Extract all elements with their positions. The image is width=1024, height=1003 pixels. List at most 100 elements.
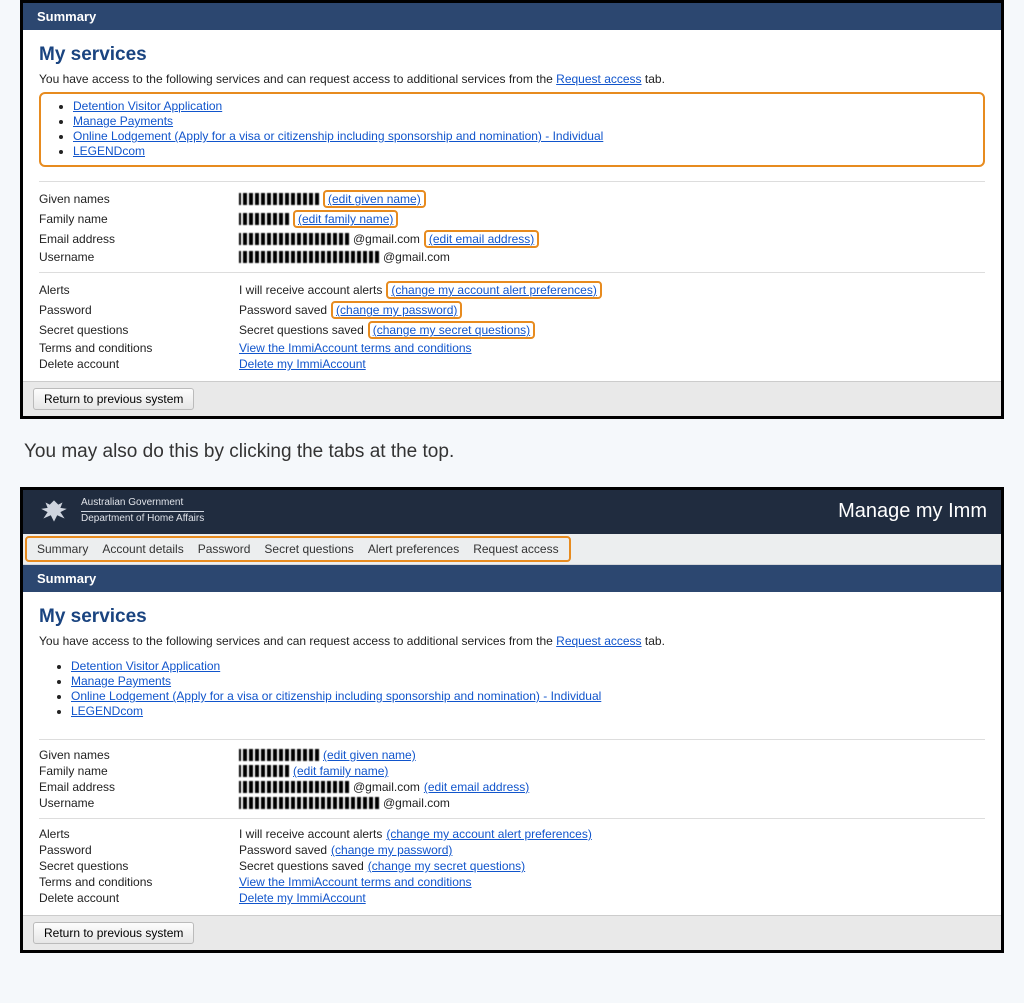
services-list-2: Detention Visitor Application Manage Pay… bbox=[45, 659, 979, 718]
email-label: Email address bbox=[39, 232, 239, 246]
password-link[interactable]: (change my password) bbox=[336, 303, 457, 317]
given-names-redacted bbox=[239, 193, 319, 205]
gov-line2: Department of Home Affairs bbox=[81, 511, 204, 525]
tab-alert-preferences[interactable]: Alert preferences bbox=[368, 542, 459, 556]
service-link-online-lodgement-2[interactable]: Online Lodgement (Apply for a visa or ci… bbox=[71, 689, 601, 703]
family-name-label-2: Family name bbox=[39, 764, 239, 778]
tabs-row: Summary Account details Password Secret … bbox=[23, 534, 1001, 565]
service-link-legendcom[interactable]: LEGENDcom bbox=[73, 144, 145, 158]
family-name-redacted bbox=[239, 213, 289, 225]
alerts-highlight: (change my account alert preferences) bbox=[386, 281, 601, 299]
username-label: Username bbox=[39, 250, 239, 264]
button-bar: Return to previous system bbox=[23, 381, 1001, 416]
caption-text: You may also do this by clicking the tab… bbox=[24, 441, 1000, 463]
delete-label: Delete account bbox=[39, 357, 239, 371]
service-link-payments-2[interactable]: Manage Payments bbox=[71, 674, 171, 688]
intro-line: You have access to the following service… bbox=[39, 72, 985, 86]
screenshot-1: Summary My services You have access to t… bbox=[20, 0, 1004, 419]
alerts-link[interactable]: (change my account alert preferences) bbox=[391, 283, 596, 297]
email-suffix: @gmail.com bbox=[353, 232, 420, 246]
service-link-payments[interactable]: Manage Payments bbox=[73, 114, 173, 128]
secret-label: Secret questions bbox=[39, 323, 239, 337]
given-names-redacted-2 bbox=[239, 749, 319, 761]
email-redacted bbox=[239, 233, 349, 245]
alerts-text: I will receive account alerts bbox=[239, 283, 382, 297]
password-label: Password bbox=[39, 303, 239, 317]
my-services-heading-2: My services bbox=[39, 606, 985, 628]
tab-password[interactable]: Password bbox=[198, 542, 251, 556]
intro-suffix: tab. bbox=[642, 72, 665, 86]
given-names-label: Given names bbox=[39, 192, 239, 206]
my-services-heading: My services bbox=[39, 44, 985, 66]
email-redacted-2 bbox=[239, 781, 349, 793]
services-highlight-box: Detention Visitor Application Manage Pay… bbox=[39, 92, 985, 167]
terms-link[interactable]: View the ImmiAccount terms and condition… bbox=[239, 341, 472, 355]
tab-summary[interactable]: Summary bbox=[37, 542, 88, 556]
username-suffix: @gmail.com bbox=[383, 250, 450, 264]
edit-email-highlight: (edit email address) bbox=[424, 230, 539, 248]
intro-prefix: You have access to the following service… bbox=[39, 72, 556, 86]
secret-text-2: Secret questions saved bbox=[239, 859, 364, 873]
edit-given-name-link[interactable]: (edit given name) bbox=[328, 192, 421, 206]
edit-given-name-link-2[interactable]: (edit given name) bbox=[323, 748, 416, 762]
edit-family-name-link[interactable]: (edit family name) bbox=[298, 212, 393, 226]
terms-label: Terms and conditions bbox=[39, 341, 239, 355]
password-link-2[interactable]: (change my password) bbox=[331, 843, 452, 857]
request-access-link-2[interactable]: Request access bbox=[556, 634, 641, 648]
username-suffix-2: @gmail.com bbox=[383, 796, 450, 810]
delete-link[interactable]: Delete my ImmiAccount bbox=[239, 357, 366, 371]
secret-text: Secret questions saved bbox=[239, 323, 364, 337]
intro-suffix-2: tab. bbox=[642, 634, 665, 648]
username-redacted-2 bbox=[239, 797, 379, 809]
return-button[interactable]: Return to previous system bbox=[33, 388, 194, 410]
alerts-link-2[interactable]: (change my account alert preferences) bbox=[386, 827, 591, 841]
button-bar-2: Return to previous system bbox=[23, 915, 1001, 950]
username-label-2: Username bbox=[39, 796, 239, 810]
service-link-legendcom-2[interactable]: LEGENDcom bbox=[71, 704, 143, 718]
email-label-2: Email address bbox=[39, 780, 239, 794]
summary-header-2: Summary bbox=[23, 565, 1001, 592]
edit-given-name-highlight: (edit given name) bbox=[323, 190, 426, 208]
password-highlight: (change my password) bbox=[331, 301, 462, 319]
edit-family-name-highlight: (edit family name) bbox=[293, 210, 398, 228]
delete-link-2[interactable]: Delete my ImmiAccount bbox=[239, 891, 366, 905]
secret-link[interactable]: (change my secret questions) bbox=[373, 323, 530, 337]
password-label-2: Password bbox=[39, 843, 239, 857]
secret-highlight: (change my secret questions) bbox=[368, 321, 535, 339]
intro-line-2: You have access to the following service… bbox=[39, 634, 985, 648]
given-names-label-2: Given names bbox=[39, 748, 239, 762]
tab-account-details[interactable]: Account details bbox=[102, 542, 183, 556]
edit-email-link[interactable]: (edit email address) bbox=[429, 232, 534, 246]
request-access-link[interactable]: Request access bbox=[556, 72, 641, 86]
family-name-label: Family name bbox=[39, 212, 239, 226]
summary-header: Summary bbox=[23, 3, 1001, 30]
service-link-detention[interactable]: Detention Visitor Application bbox=[73, 99, 222, 113]
terms-label-2: Terms and conditions bbox=[39, 875, 239, 889]
gov-header: Australian Government Department of Home… bbox=[23, 490, 1001, 534]
secret-link-2[interactable]: (change my secret questions) bbox=[368, 859, 525, 873]
terms-link-2[interactable]: View the ImmiAccount terms and condition… bbox=[239, 875, 472, 889]
manage-title: Manage my Imm bbox=[838, 500, 987, 523]
tabs-highlight: Summary Account details Password Secret … bbox=[25, 536, 571, 562]
tab-secret-questions[interactable]: Secret questions bbox=[264, 542, 353, 556]
crest-icon bbox=[37, 496, 71, 526]
tab-request-access[interactable]: Request access bbox=[473, 542, 558, 556]
secret-label-2: Secret questions bbox=[39, 859, 239, 873]
password-text: Password saved bbox=[239, 303, 327, 317]
delete-label-2: Delete account bbox=[39, 891, 239, 905]
return-button-2[interactable]: Return to previous system bbox=[33, 922, 194, 944]
alerts-label-2: Alerts bbox=[39, 827, 239, 841]
services-box-2: Detention Visitor Application Manage Pay… bbox=[39, 654, 985, 725]
alerts-text-2: I will receive account alerts bbox=[239, 827, 382, 841]
intro-prefix-2: You have access to the following service… bbox=[39, 634, 556, 648]
gov-line1: Australian Government bbox=[81, 497, 204, 509]
username-redacted bbox=[239, 251, 379, 263]
family-name-redacted-2 bbox=[239, 765, 289, 777]
alerts-label: Alerts bbox=[39, 283, 239, 297]
edit-family-name-link-2[interactable]: (edit family name) bbox=[293, 764, 388, 778]
services-list: Detention Visitor Application Manage Pay… bbox=[47, 99, 977, 158]
screenshot-2: Australian Government Department of Home… bbox=[20, 487, 1004, 953]
edit-email-link-2[interactable]: (edit email address) bbox=[424, 780, 529, 794]
service-link-detention-2[interactable]: Detention Visitor Application bbox=[71, 659, 220, 673]
service-link-online-lodgement[interactable]: Online Lodgement (Apply for a visa or ci… bbox=[73, 129, 603, 143]
